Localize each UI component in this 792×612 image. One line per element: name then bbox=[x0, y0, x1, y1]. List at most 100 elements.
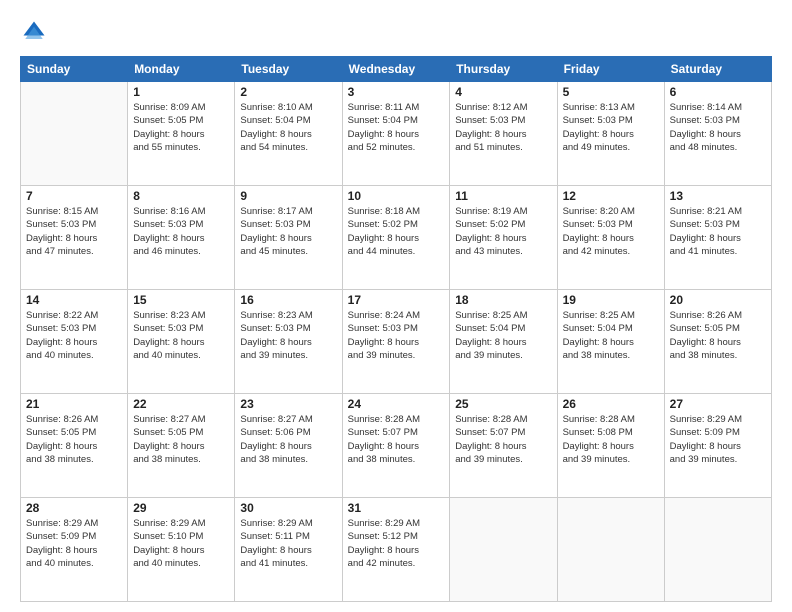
calendar-cell: 18 Sunrise: 8:25 AM Sunset: 5:04 PM Dayli… bbox=[450, 290, 557, 394]
day-number: 19 bbox=[563, 293, 659, 307]
day-info: Sunrise: 8:11 AM Sunset: 5:04 PM Dayligh… bbox=[348, 101, 445, 154]
calendar-cell: 22 Sunrise: 8:27 AM Sunset: 5:05 PM Dayli… bbox=[128, 394, 235, 498]
day-number: 28 bbox=[26, 501, 122, 515]
calendar-cell: 29 Sunrise: 8:29 AM Sunset: 5:10 PM Dayli… bbox=[128, 498, 235, 602]
day-number: 30 bbox=[240, 501, 336, 515]
day-info: Sunrise: 8:19 AM Sunset: 5:02 PM Dayligh… bbox=[455, 205, 551, 258]
day-number: 6 bbox=[670, 85, 766, 99]
day-number: 14 bbox=[26, 293, 122, 307]
day-info: Sunrise: 8:29 AM Sunset: 5:11 PM Dayligh… bbox=[240, 517, 336, 570]
header bbox=[20, 18, 772, 46]
day-number: 31 bbox=[348, 501, 445, 515]
day-number: 8 bbox=[133, 189, 229, 203]
calendar-cell bbox=[557, 498, 664, 602]
calendar-cell: 16 Sunrise: 8:23 AM Sunset: 5:03 PM Dayli… bbox=[235, 290, 342, 394]
day-number: 26 bbox=[563, 397, 659, 411]
day-info: Sunrise: 8:10 AM Sunset: 5:04 PM Dayligh… bbox=[240, 101, 336, 154]
day-info: Sunrise: 8:28 AM Sunset: 5:07 PM Dayligh… bbox=[455, 413, 551, 466]
calendar-cell: 7 Sunrise: 8:15 AM Sunset: 5:03 PM Daylig… bbox=[21, 186, 128, 290]
day-info: Sunrise: 8:12 AM Sunset: 5:03 PM Dayligh… bbox=[455, 101, 551, 154]
day-info: Sunrise: 8:28 AM Sunset: 5:07 PM Dayligh… bbox=[348, 413, 445, 466]
day-info: Sunrise: 8:20 AM Sunset: 5:03 PM Dayligh… bbox=[563, 205, 659, 258]
calendar-cell: 8 Sunrise: 8:16 AM Sunset: 5:03 PM Daylig… bbox=[128, 186, 235, 290]
calendar-cell: 15Sunrise: 8:23 AM Sunset: 5:03 PM Dayli… bbox=[128, 290, 235, 394]
day-info: Sunrise: 8:24 AM Sunset: 5:03 PM Dayligh… bbox=[348, 309, 445, 362]
day-info: Sunrise: 8:29 AM Sunset: 5:10 PM Dayligh… bbox=[133, 517, 229, 570]
calendar-cell bbox=[450, 498, 557, 602]
day-info: Sunrise: 8:29 AM Sunset: 5:09 PM Dayligh… bbox=[670, 413, 766, 466]
calendar-header-sunday: Sunday bbox=[21, 57, 128, 82]
day-number: 22 bbox=[133, 397, 229, 411]
calendar-cell: 14 Sunrise: 8:22 AM Sunset: 5:03 PM Dayli… bbox=[21, 290, 128, 394]
calendar-cell: 1 Sunrise: 8:09 AM Sunset: 5:05 PM Daylig… bbox=[128, 82, 235, 186]
calendar-week-row: 14 Sunrise: 8:22 AM Sunset: 5:03 PM Dayli… bbox=[21, 290, 772, 394]
day-info: Sunrise: 8:21 AM Sunset: 5:03 PM Dayligh… bbox=[670, 205, 766, 258]
day-number: 9 bbox=[240, 189, 336, 203]
day-info: Sunrise: 8:28 AM Sunset: 5:08 PM Dayligh… bbox=[563, 413, 659, 466]
calendar-cell bbox=[21, 82, 128, 186]
day-number: 15 bbox=[133, 293, 229, 307]
calendar-header-wednesday: Wednesday bbox=[342, 57, 450, 82]
calendar-header-monday: Monday bbox=[128, 57, 235, 82]
day-number: 29 bbox=[133, 501, 229, 515]
calendar-week-row: 7 Sunrise: 8:15 AM Sunset: 5:03 PM Daylig… bbox=[21, 186, 772, 290]
calendar-cell: 10Sunrise: 8:18 AM Sunset: 5:02 PM Dayli… bbox=[342, 186, 450, 290]
calendar-cell: 9Sunrise: 8:17 AM Sunset: 5:03 PM Daylig… bbox=[235, 186, 342, 290]
calendar-header-friday: Friday bbox=[557, 57, 664, 82]
calendar-cell: 31 Sunrise: 8:29 AM Sunset: 5:12 PM Dayli… bbox=[342, 498, 450, 602]
calendar-header-saturday: Saturday bbox=[664, 57, 771, 82]
logo-icon bbox=[20, 18, 48, 46]
calendar-week-row: 21Sunrise: 8:26 AM Sunset: 5:05 PM Dayli… bbox=[21, 394, 772, 498]
calendar-cell: 5 Sunrise: 8:13 AM Sunset: 5:03 PM Daylig… bbox=[557, 82, 664, 186]
day-info: Sunrise: 8:09 AM Sunset: 5:05 PM Dayligh… bbox=[133, 101, 229, 154]
calendar-cell: 26 Sunrise: 8:28 AM Sunset: 5:08 PM Dayli… bbox=[557, 394, 664, 498]
day-info: Sunrise: 8:25 AM Sunset: 5:04 PM Dayligh… bbox=[455, 309, 551, 362]
day-number: 13 bbox=[670, 189, 766, 203]
calendar-cell: 21Sunrise: 8:26 AM Sunset: 5:05 PM Dayli… bbox=[21, 394, 128, 498]
day-info: Sunrise: 8:14 AM Sunset: 5:03 PM Dayligh… bbox=[670, 101, 766, 154]
day-info: Sunrise: 8:22 AM Sunset: 5:03 PM Dayligh… bbox=[26, 309, 122, 362]
day-info: Sunrise: 8:16 AM Sunset: 5:03 PM Dayligh… bbox=[133, 205, 229, 258]
day-info: Sunrise: 8:29 AM Sunset: 5:12 PM Dayligh… bbox=[348, 517, 445, 570]
calendar-header-thursday: Thursday bbox=[450, 57, 557, 82]
day-number: 2 bbox=[240, 85, 336, 99]
day-number: 20 bbox=[670, 293, 766, 307]
day-number: 4 bbox=[455, 85, 551, 99]
day-info: Sunrise: 8:18 AM Sunset: 5:02 PM Dayligh… bbox=[348, 205, 445, 258]
calendar-cell: 4 Sunrise: 8:12 AM Sunset: 5:03 PM Daylig… bbox=[450, 82, 557, 186]
logo bbox=[20, 18, 52, 46]
day-number: 5 bbox=[563, 85, 659, 99]
calendar-cell: 17Sunrise: 8:24 AM Sunset: 5:03 PM Dayli… bbox=[342, 290, 450, 394]
calendar-week-row: 1 Sunrise: 8:09 AM Sunset: 5:05 PM Daylig… bbox=[21, 82, 772, 186]
page: SundayMondayTuesdayWednesdayThursdayFrid… bbox=[0, 0, 792, 612]
day-number: 27 bbox=[670, 397, 766, 411]
calendar-cell: 11 Sunrise: 8:19 AM Sunset: 5:02 PM Dayli… bbox=[450, 186, 557, 290]
calendar-cell: 3 Sunrise: 8:11 AM Sunset: 5:04 PM Daylig… bbox=[342, 82, 450, 186]
calendar-cell bbox=[664, 498, 771, 602]
day-number: 1 bbox=[133, 85, 229, 99]
calendar-cell: 23Sunrise: 8:27 AM Sunset: 5:06 PM Dayli… bbox=[235, 394, 342, 498]
calendar-cell: 12 Sunrise: 8:20 AM Sunset: 5:03 PM Dayli… bbox=[557, 186, 664, 290]
day-info: Sunrise: 8:26 AM Sunset: 5:05 PM Dayligh… bbox=[670, 309, 766, 362]
calendar-cell: 24 Sunrise: 8:28 AM Sunset: 5:07 PM Dayli… bbox=[342, 394, 450, 498]
day-info: Sunrise: 8:29 AM Sunset: 5:09 PM Dayligh… bbox=[26, 517, 122, 570]
day-number: 16 bbox=[240, 293, 336, 307]
calendar-cell: 2 Sunrise: 8:10 AM Sunset: 5:04 PM Daylig… bbox=[235, 82, 342, 186]
day-number: 18 bbox=[455, 293, 551, 307]
calendar-cell: 6 Sunrise: 8:14 AM Sunset: 5:03 PM Daylig… bbox=[664, 82, 771, 186]
calendar-cell: 13 Sunrise: 8:21 AM Sunset: 5:03 PM Dayli… bbox=[664, 186, 771, 290]
calendar: SundayMondayTuesdayWednesdayThursdayFrid… bbox=[20, 56, 772, 602]
day-number: 3 bbox=[348, 85, 445, 99]
day-number: 11 bbox=[455, 189, 551, 203]
day-info: Sunrise: 8:23 AM Sunset: 5:03 PM Dayligh… bbox=[240, 309, 336, 362]
calendar-cell: 30 Sunrise: 8:29 AM Sunset: 5:11 PM Dayli… bbox=[235, 498, 342, 602]
day-info: Sunrise: 8:25 AM Sunset: 5:04 PM Dayligh… bbox=[563, 309, 659, 362]
day-info: Sunrise: 8:15 AM Sunset: 5:03 PM Dayligh… bbox=[26, 205, 122, 258]
day-number: 25 bbox=[455, 397, 551, 411]
day-number: 12 bbox=[563, 189, 659, 203]
day-info: Sunrise: 8:13 AM Sunset: 5:03 PM Dayligh… bbox=[563, 101, 659, 154]
calendar-cell: 20 Sunrise: 8:26 AM Sunset: 5:05 PM Dayli… bbox=[664, 290, 771, 394]
day-number: 7 bbox=[26, 189, 122, 203]
day-number: 24 bbox=[348, 397, 445, 411]
day-info: Sunrise: 8:27 AM Sunset: 5:05 PM Dayligh… bbox=[133, 413, 229, 466]
